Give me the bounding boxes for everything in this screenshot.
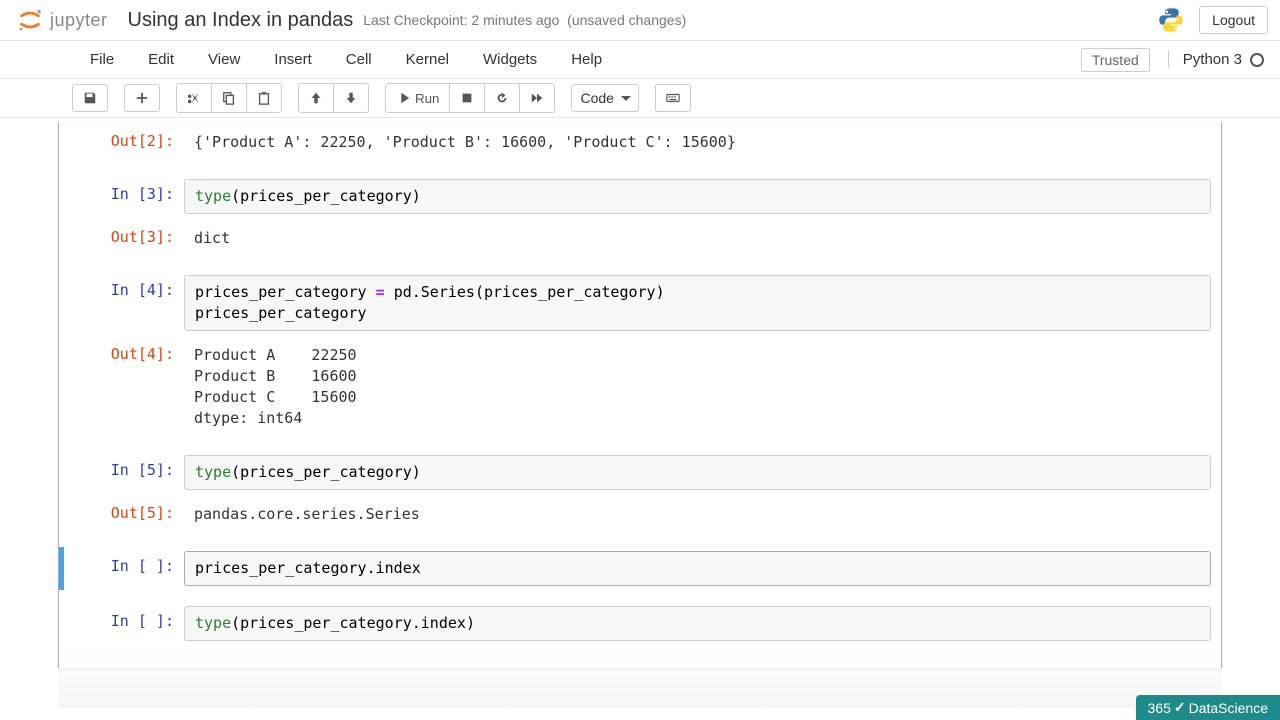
kernel-name: Python 3 bbox=[1183, 51, 1242, 68]
menu-kernel[interactable]: Kernel bbox=[394, 43, 461, 76]
menu-cell[interactable]: Cell bbox=[334, 43, 384, 76]
notebook-title[interactable]: Using an Index in pandas bbox=[128, 9, 354, 32]
output-prompt: Out[3]: bbox=[69, 222, 184, 255]
jupyter-icon bbox=[16, 6, 44, 34]
output-cell: Out[5]: pandas.core.series.Series bbox=[59, 494, 1221, 535]
kernel-status-icon bbox=[1250, 53, 1264, 67]
jupyter-logo[interactable]: jupyter bbox=[16, 6, 108, 34]
save-button[interactable] bbox=[72, 84, 108, 112]
copy-icon bbox=[222, 91, 236, 105]
jupyter-logo-text: jupyter bbox=[50, 10, 108, 31]
logout-button[interactable]: Logout bbox=[1199, 6, 1268, 34]
arrow-down-icon bbox=[344, 91, 358, 105]
output-prompt: Out[5]: bbox=[69, 498, 184, 531]
scissors-icon bbox=[187, 91, 201, 105]
restart-button[interactable] bbox=[485, 84, 520, 112]
output-prompt: Out[4]: bbox=[69, 339, 184, 435]
toolbar: Run Code bbox=[0, 79, 1280, 118]
watermark-badge: 365✓DataScience bbox=[1136, 695, 1280, 720]
code-cell[interactable]: In [3]: type(prices_per_category) bbox=[59, 175, 1221, 218]
output-prompt: Out[2]: bbox=[69, 126, 184, 159]
menu-bar: File Edit View Insert Cell Kernel Widget… bbox=[0, 41, 1280, 79]
paste-button[interactable] bbox=[247, 84, 281, 112]
arrow-up-icon bbox=[309, 91, 323, 105]
input-prompt: In [ ]: bbox=[69, 551, 184, 586]
input-prompt: In [5]: bbox=[69, 455, 184, 490]
python-icon bbox=[1157, 6, 1185, 34]
code-cell[interactable]: In [ ]: type(prices_per_category.index) bbox=[59, 602, 1221, 645]
notebook-area: Out[2]: {'Product A': 22250, 'Product B'… bbox=[0, 118, 1280, 708]
cell-type-select[interactable]: Code bbox=[571, 84, 639, 112]
code-input[interactable]: prices_per_category = pd.Series(prices_p… bbox=[184, 275, 1211, 331]
menu-edit[interactable]: Edit bbox=[136, 43, 186, 76]
input-prompt: In [ ]: bbox=[69, 606, 184, 641]
output-text: {'Product A': 22250, 'Product B': 16600,… bbox=[184, 126, 1211, 159]
code-input[interactable]: type(prices_per_category) bbox=[184, 179, 1211, 214]
code-cell[interactable]: In [4]: prices_per_category = pd.Series(… bbox=[59, 271, 1221, 335]
copy-button[interactable] bbox=[212, 84, 247, 112]
output-text: dict bbox=[184, 222, 1211, 255]
keyboard-icon bbox=[666, 91, 680, 105]
output-cell: Out[3]: dict bbox=[59, 218, 1221, 259]
restart-icon bbox=[495, 91, 509, 105]
output-text: pandas.core.series.Series bbox=[184, 498, 1211, 531]
add-cell-button[interactable] bbox=[124, 84, 160, 112]
kernel-indicator[interactable]: Python 3 bbox=[1168, 51, 1264, 68]
menu-widgets[interactable]: Widgets bbox=[471, 43, 549, 76]
move-down-button[interactable] bbox=[334, 84, 368, 112]
code-input[interactable]: type(prices_per_category.index) bbox=[184, 606, 1211, 641]
cut-button[interactable] bbox=[177, 84, 212, 112]
output-cell: Out[4]: Product A 22250 Product B 16600 … bbox=[59, 335, 1221, 439]
menu-insert[interactable]: Insert bbox=[262, 43, 324, 76]
input-prompt: In [3]: bbox=[69, 179, 184, 214]
move-up-button[interactable] bbox=[299, 84, 334, 112]
fast-forward-icon bbox=[530, 91, 544, 105]
checkpoint-text: Last Checkpoint: 2 minutes ago (unsaved … bbox=[363, 12, 686, 28]
interrupt-button[interactable] bbox=[450, 84, 485, 112]
code-cell-selected[interactable]: In [ ]: prices_per_category.index bbox=[59, 547, 1221, 590]
restart-run-all-button[interactable] bbox=[520, 84, 554, 112]
code-input[interactable]: prices_per_category.index bbox=[184, 551, 1211, 586]
plus-icon bbox=[135, 91, 149, 105]
run-button[interactable]: Run bbox=[386, 84, 450, 112]
input-prompt: In [4]: bbox=[69, 275, 184, 331]
command-palette-button[interactable] bbox=[655, 84, 691, 112]
run-icon bbox=[396, 91, 410, 105]
stop-icon bbox=[460, 91, 474, 105]
header-bar: jupyter Using an Index in pandas Last Ch… bbox=[0, 0, 1280, 41]
run-label: Run bbox=[415, 91, 439, 106]
menu-file[interactable]: File bbox=[78, 43, 126, 76]
paste-icon bbox=[257, 91, 271, 105]
code-cell[interactable]: In [5]: type(prices_per_category) bbox=[59, 451, 1221, 494]
save-icon bbox=[83, 91, 97, 105]
trusted-indicator[interactable]: Trusted bbox=[1081, 48, 1150, 72]
menu-view[interactable]: View bbox=[196, 43, 252, 76]
menu-help[interactable]: Help bbox=[559, 43, 614, 76]
output-text: Product A 22250 Product B 16600 Product … bbox=[184, 339, 1211, 435]
code-input[interactable]: type(prices_per_category) bbox=[184, 455, 1211, 490]
output-cell: Out[2]: {'Product A': 22250, 'Product B'… bbox=[59, 122, 1221, 163]
